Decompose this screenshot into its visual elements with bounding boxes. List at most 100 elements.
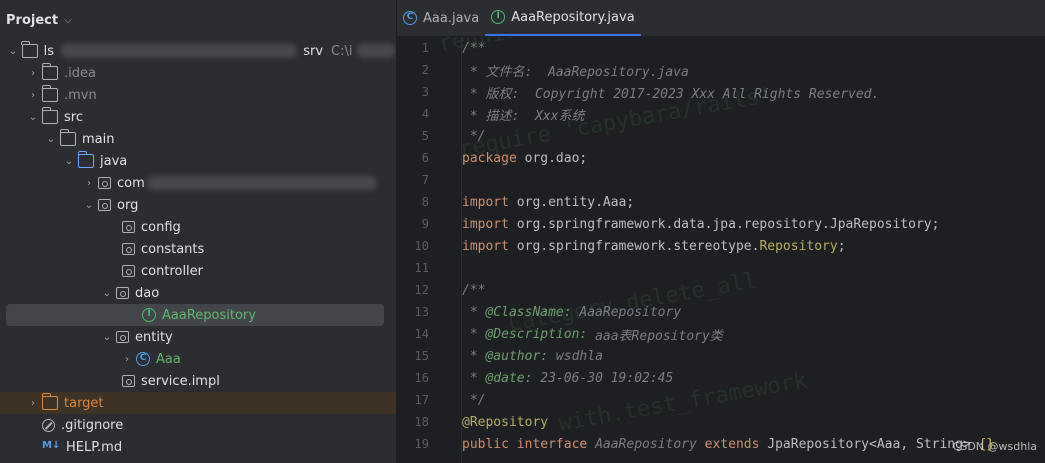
- tree-item-label: Aaa: [156, 351, 181, 367]
- code-token: * 描述: Xxx系统: [462, 108, 585, 124]
- tree-item-com[interactable]: › com: [0, 172, 396, 194]
- code-line[interactable]: 1/**: [397, 37, 1045, 59]
- code-line[interactable]: 8 import org.entity.Aaa;: [397, 191, 1045, 213]
- editor-tabs: C Aaa.java I AaaRepository.java: [397, 0, 1045, 37]
- line-number[interactable]: 13: [397, 305, 462, 319]
- chevron-down-icon[interactable]: ⌄: [26, 112, 40, 123]
- folder-icon: [41, 85, 58, 102]
- tree-item-mvn[interactable]: › .mvn: [0, 84, 396, 106]
- tree-item-aaa[interactable]: › C Aaa: [0, 348, 396, 370]
- chevron-down-icon[interactable]: ⌄: [82, 200, 96, 211]
- line-number[interactable]: 17: [397, 393, 462, 407]
- interface-icon: I: [491, 10, 506, 24]
- code-token: AaaRepository: [595, 436, 705, 452]
- chevron-down-icon[interactable]: ⌄: [44, 134, 58, 145]
- tree-item-org[interactable]: ⌄ org: [0, 194, 396, 216]
- code-token: public interface: [462, 436, 596, 452]
- tree-item-label: .gitignore: [61, 417, 124, 433]
- line-number[interactable]: 7: [397, 173, 462, 187]
- line-number[interactable]: 10: [397, 239, 462, 253]
- code-line[interactable]: 7: [397, 169, 1045, 191]
- code-line[interactable]: 9 import org.springframework.data.jpa.rep…: [397, 213, 1045, 235]
- line-number[interactable]: 18: [397, 415, 462, 429]
- code-token: extends: [704, 436, 768, 452]
- code-token: aaa表Repository类: [587, 328, 723, 344]
- code-line[interactable]: 18 @Repository: [397, 411, 1045, 433]
- tree-item-java[interactable]: ⌄ java: [0, 150, 396, 172]
- package-icon: [116, 287, 129, 299]
- code-line[interactable]: 2 * 文件名: AaaRepository.java: [397, 59, 1045, 81]
- tab-aaarepository-java[interactable]: I AaaRepository.java: [485, 0, 641, 36]
- chevron-down-icon[interactable]: ⌄: [62, 156, 76, 167]
- code-line[interactable]: 17 */: [397, 389, 1045, 411]
- tree-item-aaarepository[interactable]: I AaaRepository: [0, 304, 396, 326]
- line-number[interactable]: 12: [397, 283, 462, 297]
- line-number[interactable]: 14: [397, 327, 462, 341]
- code-line[interactable]: 5 */: [397, 125, 1045, 147]
- tree-item-dao[interactable]: ⌄ dao: [0, 282, 396, 304]
- tree-item-idea[interactable]: › .idea: [0, 62, 396, 84]
- tree-item-gitignore[interactable]: .gitignore: [0, 414, 396, 436]
- code-line[interactable]: 4 * 描述: Xxx系统: [397, 103, 1045, 125]
- code-line[interactable]: 10 import org.springframework.stereotype.…: [397, 235, 1045, 257]
- tree-item-src[interactable]: ⌄ src: [0, 106, 396, 128]
- line-number[interactable]: 1: [397, 41, 462, 55]
- root-name-start: ls: [43, 43, 55, 59]
- line-number[interactable]: 19: [397, 437, 462, 451]
- project-panel-header[interactable]: Project ⌵: [0, 0, 396, 40]
- line-number[interactable]: 5: [397, 129, 462, 143]
- chevron-right-icon[interactable]: ›: [26, 90, 40, 101]
- tree-item-service-impl[interactable]: service.impl: [0, 370, 396, 392]
- line-number[interactable]: 4: [397, 107, 462, 121]
- tree-item-entity[interactable]: ⌄ entity: [0, 326, 396, 348]
- code-token: @author:: [485, 348, 549, 364]
- code-token: /**: [462, 282, 486, 298]
- code-line[interactable]: 6 package org.dao;: [397, 147, 1045, 169]
- tree-item-label: .mvn: [64, 87, 97, 103]
- tree-item-config[interactable]: config: [0, 216, 396, 238]
- chevron-right-icon[interactable]: ›: [26, 398, 40, 409]
- excluded-folder-highlight: [0, 392, 396, 414]
- code-token: */: [462, 392, 486, 408]
- code-line[interactable]: 12/**: [397, 279, 1045, 301]
- watermark: CSDN @wsdhla: [952, 440, 1037, 453]
- code-line[interactable]: 15 * @author: wsdhla: [397, 345, 1045, 367]
- chevron-down-icon[interactable]: ⌄: [6, 46, 20, 57]
- ide-window: Project ⌵ ⌄ ls srv C:\i › .idea › .mvn ⌄…: [0, 0, 1045, 463]
- project-tree: ⌄ ls srv C:\i › .idea › .mvn ⌄ src ⌄ mai…: [0, 40, 396, 458]
- root-path: C:\i: [331, 43, 353, 59]
- line-number[interactable]: 6: [397, 151, 462, 165]
- line-number[interactable]: 8: [397, 195, 462, 209]
- line-number[interactable]: 9: [397, 217, 462, 231]
- code-line[interactable]: 14 * @Description: aaa表Repository类: [397, 323, 1045, 345]
- code-line[interactable]: 16 * @date: 23-06-30 19:02:45: [397, 367, 1045, 389]
- code-token: import: [462, 238, 517, 254]
- tab-label: AaaRepository.java: [511, 9, 635, 25]
- package-icon: [98, 199, 111, 211]
- chevron-down-icon[interactable]: ⌄: [100, 332, 114, 343]
- chevron-right-icon[interactable]: ›: [120, 354, 134, 365]
- tree-item-target[interactable]: › target: [0, 392, 396, 414]
- line-number[interactable]: 15: [397, 349, 462, 363]
- code-line[interactable]: 11: [397, 257, 1045, 279]
- code-token: */: [462, 128, 486, 144]
- package-icon: [98, 177, 111, 189]
- tree-item-constants[interactable]: constants: [0, 238, 396, 260]
- code-line[interactable]: 13 * @ClassName: AaaRepository: [397, 301, 1045, 323]
- line-number[interactable]: 3: [397, 85, 462, 99]
- code-line[interactable]: 3 * 版权: Copyright 2017-2023 Xxx All Righ…: [397, 81, 1045, 103]
- chevron-right-icon[interactable]: ›: [26, 68, 40, 79]
- chevron-right-icon[interactable]: ›: [82, 178, 96, 189]
- line-number[interactable]: 11: [397, 261, 462, 275]
- tree-item-controller[interactable]: controller: [0, 260, 396, 282]
- chevron-down-icon[interactable]: ⌄: [100, 288, 114, 299]
- tree-item-help-md[interactable]: M↓ HELP.md: [0, 436, 396, 458]
- line-number[interactable]: 2: [397, 63, 462, 77]
- tree-item-main[interactable]: ⌄ main: [0, 128, 396, 150]
- code-editor[interactable]: 1/** 2 * 文件名: AaaRepository.java 3 * 版权: C…: [397, 37, 1045, 455]
- chevron-down-icon[interactable]: ⌵: [64, 15, 72, 26]
- code-line[interactable]: 19 public interface AaaRepository extends…: [397, 433, 1045, 455]
- line-number[interactable]: 16: [397, 371, 462, 385]
- tab-aaa-java[interactable]: C Aaa.java: [397, 0, 485, 36]
- tree-root[interactable]: ⌄ ls srv C:\i: [0, 40, 396, 62]
